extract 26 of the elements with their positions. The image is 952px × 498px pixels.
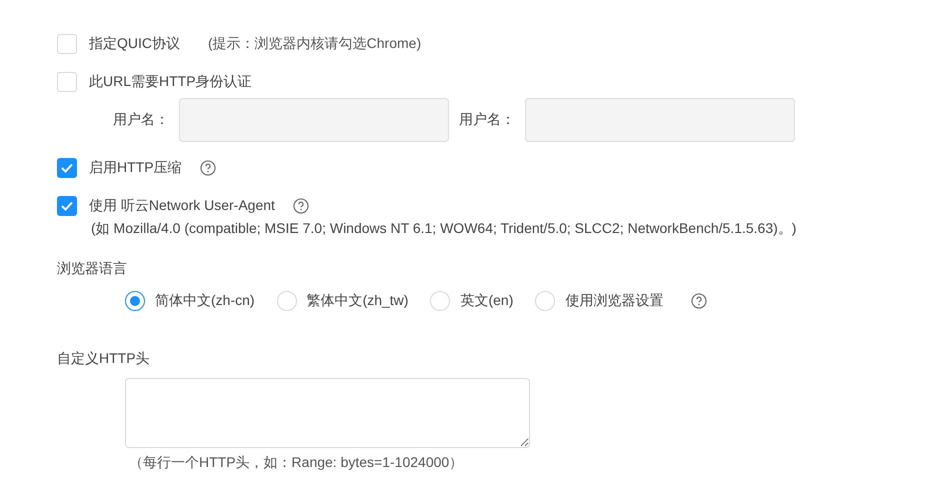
field-label: 用户名：	[113, 111, 169, 129]
field-label: 用户名：	[459, 111, 515, 129]
help-icon[interactable]	[200, 160, 216, 176]
input-field[interactable]	[525, 98, 795, 142]
checkbox-label: 使用 听云Network User-Agent	[89, 197, 275, 215]
radio-button[interactable]	[125, 291, 145, 311]
check-icon	[61, 163, 73, 173]
radio-label[interactable]: 英文(en)	[460, 292, 514, 310]
help-icon[interactable]	[292, 198, 309, 214]
note-text: (如 Mozilla/4.0 (compatible; MSIE 7.0; Windows NT 6.1; WOW64; Trident/5.0; SLCC2; NetworkBench/5.1.5.63)。)	[91, 220, 798, 238]
check-icon	[61, 201, 73, 211]
checkbox-label: 此URL需要HTTP身份认证	[89, 73, 252, 91]
help-icon[interactable]	[691, 293, 708, 309]
checkbox-label: 启用HTTP压缩	[89, 159, 182, 177]
checkbox-label: 指定QUIC协议	[89, 35, 180, 53]
radio-label[interactable]: 繁体中文(zh_tw)	[306, 292, 408, 310]
text-area[interactable]	[125, 378, 530, 448]
radio-label[interactable]: 使用浏览器设置	[565, 292, 664, 310]
checkbox[interactable]	[57, 158, 77, 178]
checkbox[interactable]	[57, 196, 77, 216]
section-title: 自定义HTTP头	[57, 350, 151, 368]
hint-text: （每行一个HTTP头，如：Range: bytes=1-1024000）	[129, 454, 464, 472]
hint-text: (提示：浏览器内核请勾选Chrome)	[208, 35, 422, 53]
section-title: 浏览器语言	[57, 260, 128, 278]
input-field[interactable]	[179, 98, 449, 142]
radio-label[interactable]: 简体中文(zh-cn)	[155, 292, 255, 310]
